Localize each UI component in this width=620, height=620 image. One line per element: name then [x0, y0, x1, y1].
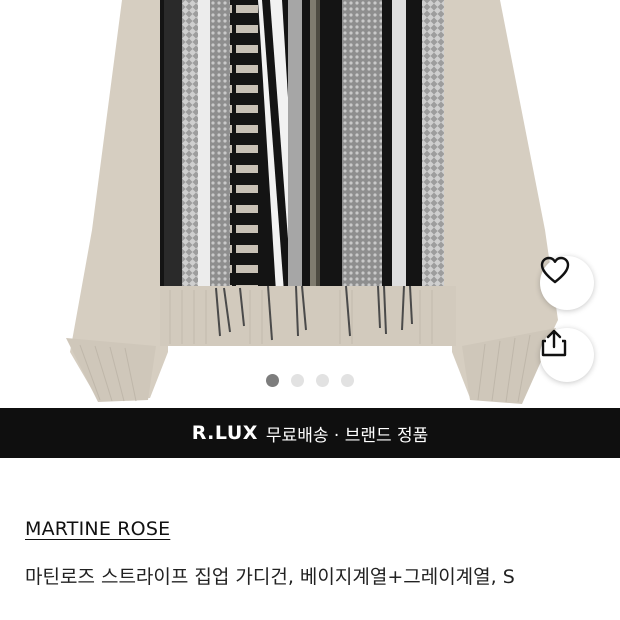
product-page: R.LUX 무료배송 · 브랜드 정품 MARTINE ROSE 마틴로즈 스트…	[0, 0, 620, 620]
wishlist-button[interactable]	[540, 256, 594, 310]
product-brand-link[interactable]: MARTINE ROSE	[25, 518, 170, 540]
share-icon	[541, 329, 567, 357]
carousel-dot-1[interactable]	[266, 374, 279, 387]
banner-text: 무료배송 · 브랜드 정품	[265, 425, 429, 446]
carousel-dot-2[interactable]	[291, 374, 304, 387]
promo-banner: R.LUX 무료배송 · 브랜드 정품	[0, 408, 620, 458]
product-image	[66, 0, 558, 404]
heart-outline-icon	[540, 256, 570, 284]
banner-brand: R.LUX	[191, 422, 258, 444]
product-title: 마틴로즈 스트라이프 집업 가디건, 베이지계열+그레이계열, S	[25, 566, 515, 588]
carousel-indicator	[0, 374, 620, 387]
product-image-carousel[interactable]	[0, 0, 620, 408]
carousel-dot-3[interactable]	[316, 374, 329, 387]
carousel-dot-4[interactable]	[341, 374, 354, 387]
